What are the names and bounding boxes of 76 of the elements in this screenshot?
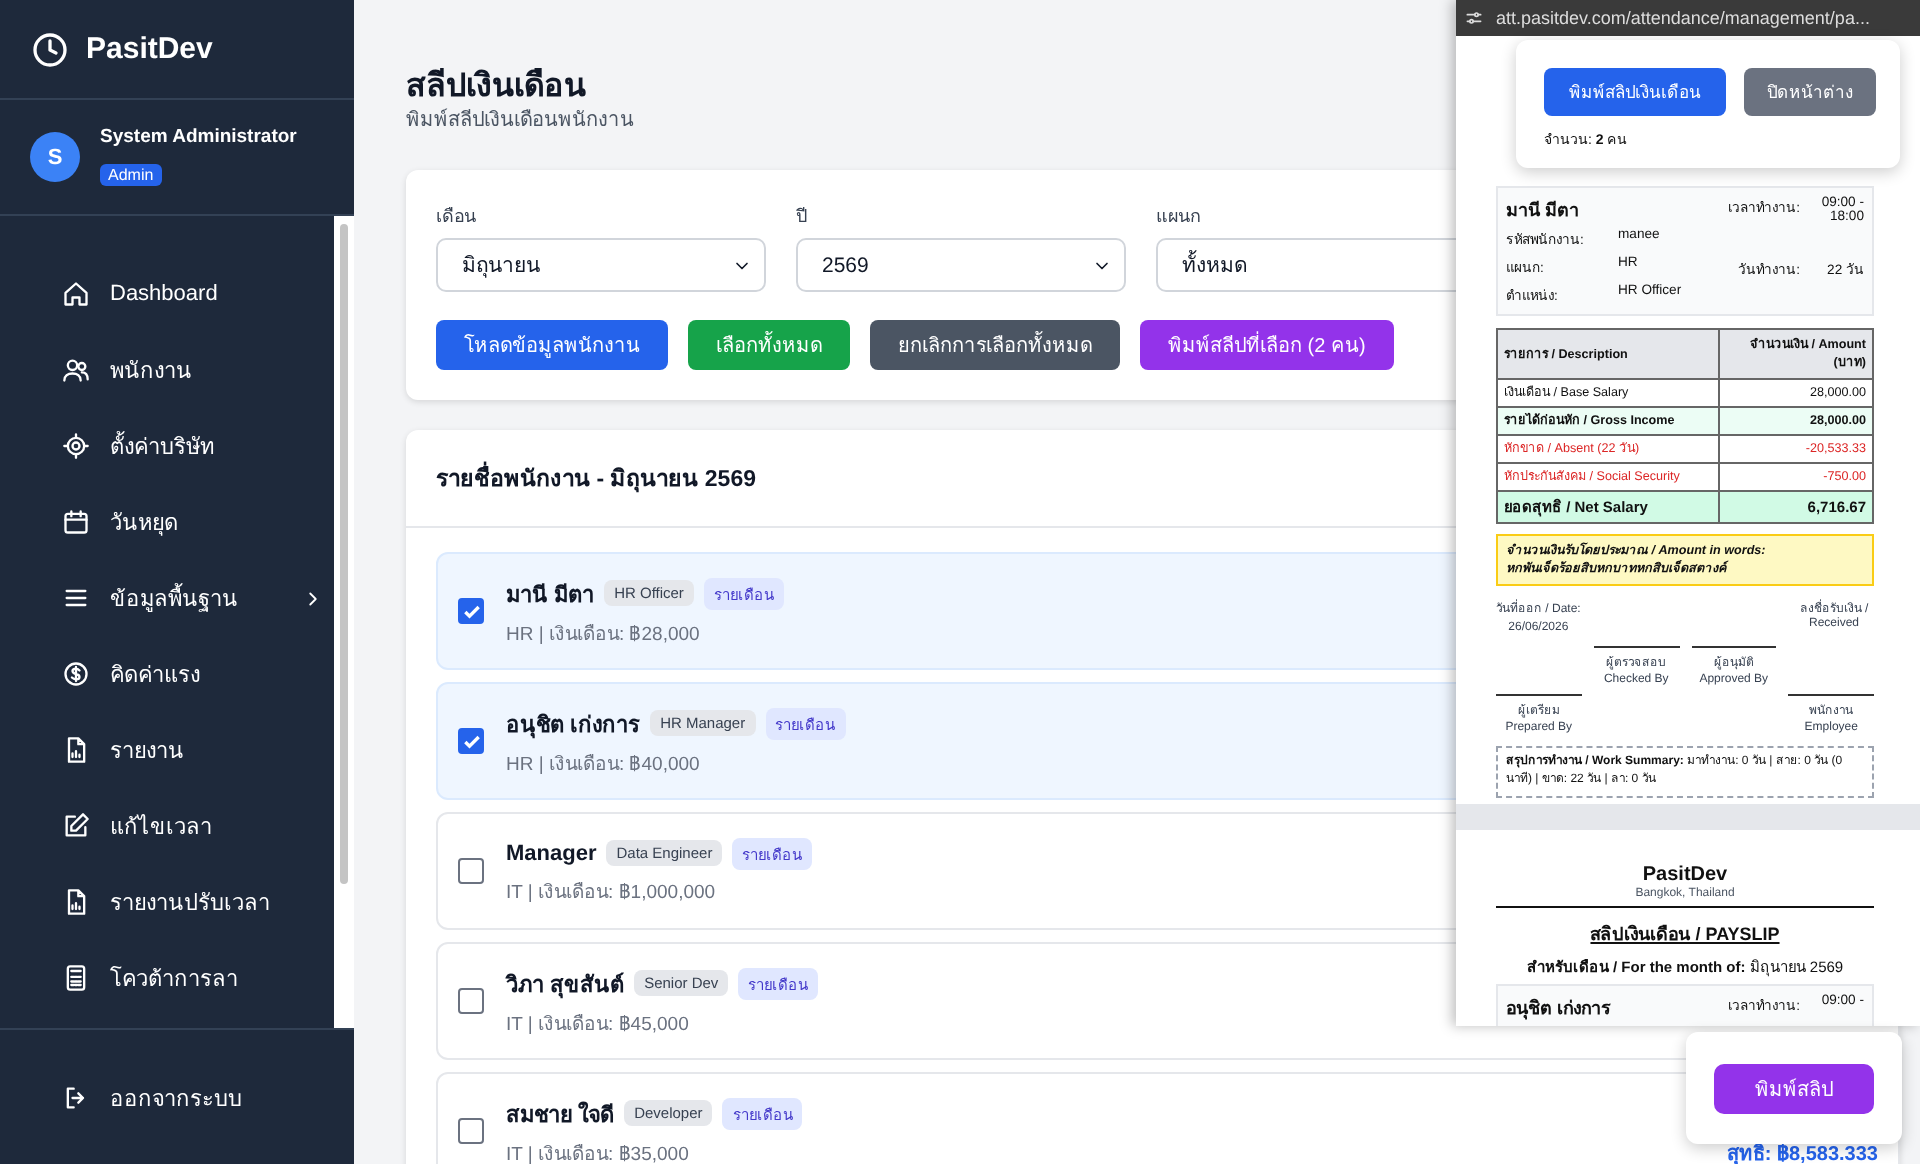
employee-name: อนุชิต เก่งการ — [506, 711, 641, 741]
brand-name: PasitDev — [86, 32, 213, 66]
list-title: รายชื่อพนักงาน - มิถุนายน 2569 — [436, 460, 756, 496]
action-button[interactable]: ยกเลิกการเลือกทั้งหมด — [870, 320, 1120, 370]
field-label: ปี — [796, 204, 808, 230]
nav-item[interactable]: โควต้าการลา — [0, 940, 334, 1016]
nav-item[interactable]: รายงานปรับเวลา — [0, 864, 334, 940]
sliders-icon — [1464, 8, 1484, 28]
nav-item[interactable]: ตั้งค่าบริษัท — [0, 408, 334, 484]
print-button[interactable]: พิมพ์สลิป — [1714, 1063, 1874, 1113]
calculator-icon — [62, 964, 90, 992]
checkbox[interactable] — [458, 728, 484, 754]
action-button[interactable]: พิมพ์สลีปที่เลือก (2 คน) — [1140, 320, 1394, 370]
settings-icon — [62, 432, 90, 460]
logout-icon — [62, 1083, 90, 1111]
employee-details: IT | เงินเดือน: ฿45,000 — [506, 1011, 689, 1037]
document-icon — [62, 888, 90, 916]
nav-label: รายงานปรับเวลา — [110, 890, 270, 920]
edit-icon — [62, 812, 90, 840]
scrollbar-thumb[interactable] — [340, 224, 348, 884]
toolbar-button[interactable]: พิมพ์สลิปเงินเดือน — [1544, 68, 1726, 116]
nav-item[interactable]: แก้ไขเวลา — [0, 788, 334, 864]
dropdown[interactable]: มิถุนายน — [436, 238, 766, 292]
page-title: สลีปเงินเดือน — [406, 68, 586, 106]
nav-label: วันหยุด — [110, 510, 178, 540]
address-bar[interactable]: att.pasitdev.com/attendance/management/pa... — [1456, 0, 1920, 36]
page-subtitle: พิมพ์สลีปเงินเดือนพนักงาน — [406, 110, 634, 134]
nav-label: รายงาน — [110, 738, 184, 768]
nav-label: คิดค่าแรง — [110, 662, 200, 692]
calendar-icon — [62, 508, 90, 536]
scrollbar[interactable] — [334, 216, 354, 1028]
company-name: PasitDev — [1642, 864, 1728, 886]
nav-item[interactable]: พนักงาน — [0, 332, 334, 408]
checkbox[interactable] — [458, 988, 484, 1014]
employee-name: สมชาย ใจดี — [506, 1099, 615, 1131]
nav-label: ตั้งค่าบริษัท — [110, 428, 214, 464]
employee-name: อนุชิต เก่งการ — [1506, 996, 1612, 1022]
employee-details: IT | เงินเดือน: ฿1,000,000 — [506, 879, 716, 905]
url-text: att.pasitdev.com/attendance/management/pa... — [1496, 8, 1870, 28]
checkbox[interactable] — [458, 598, 484, 624]
users-icon — [62, 356, 90, 384]
field-label: เดือน — [436, 204, 476, 230]
employee-name: มานี มีตา — [1506, 198, 1580, 224]
nav-item[interactable]: Dashboard — [0, 256, 334, 332]
role-badge: Admin — [100, 163, 162, 185]
checkbox[interactable] — [458, 858, 484, 884]
action-button[interactable]: โหลดข้อมูลพนักงาน — [436, 320, 668, 370]
document-icon — [62, 736, 90, 764]
employee-details: HR | เงินเดือน: ฿28,000 — [506, 621, 700, 647]
avatar: S — [30, 132, 80, 182]
employee-name: มานี มีตา — [506, 581, 595, 611]
employee-details: HR | เงินเดือน: ฿40,000 — [506, 751, 700, 777]
nav-label: ออกจากระบบ — [110, 1085, 242, 1115]
nav-item[interactable]: คิดค่าแรง — [0, 636, 334, 712]
toolbar-button[interactable]: ปิดหน้าต่าง — [1744, 68, 1876, 116]
employee-name: วิภา สุขสันต์ — [506, 970, 625, 1001]
nav-label: โควต้าการลา — [110, 964, 238, 996]
net-amount: สุทธิ: ฿8,583.333 — [1726, 1141, 1878, 1164]
logout-item[interactable]: ออกจากระบบ — [0, 1059, 242, 1135]
menu-icon — [62, 584, 90, 612]
employee-name: Manager — [506, 841, 597, 865]
nav-item[interactable]: รายงาน — [0, 712, 334, 788]
employee-details: IT | เงินเดือน: ฿35,000 — [506, 1141, 689, 1164]
nav-item[interactable]: วันหยุด — [0, 484, 334, 560]
checkbox[interactable] — [458, 1118, 484, 1144]
nav-label: ข้อมูลพื้นฐาน — [110, 580, 238, 616]
clock-icon — [32, 31, 68, 67]
nav-item[interactable]: ข้อมูลพื้นฐาน — [0, 560, 334, 636]
nav-label: Dashboard — [110, 282, 218, 306]
user-name: System Administrator — [100, 125, 297, 147]
dropdown[interactable]: 2569 — [796, 238, 1126, 292]
home-icon — [62, 280, 90, 308]
nav-label: แก้ไขเวลา — [110, 812, 212, 844]
field-label: แผนก — [1156, 204, 1200, 230]
dollar-icon — [62, 660, 90, 688]
nav-label: พนักงาน — [110, 358, 192, 388]
